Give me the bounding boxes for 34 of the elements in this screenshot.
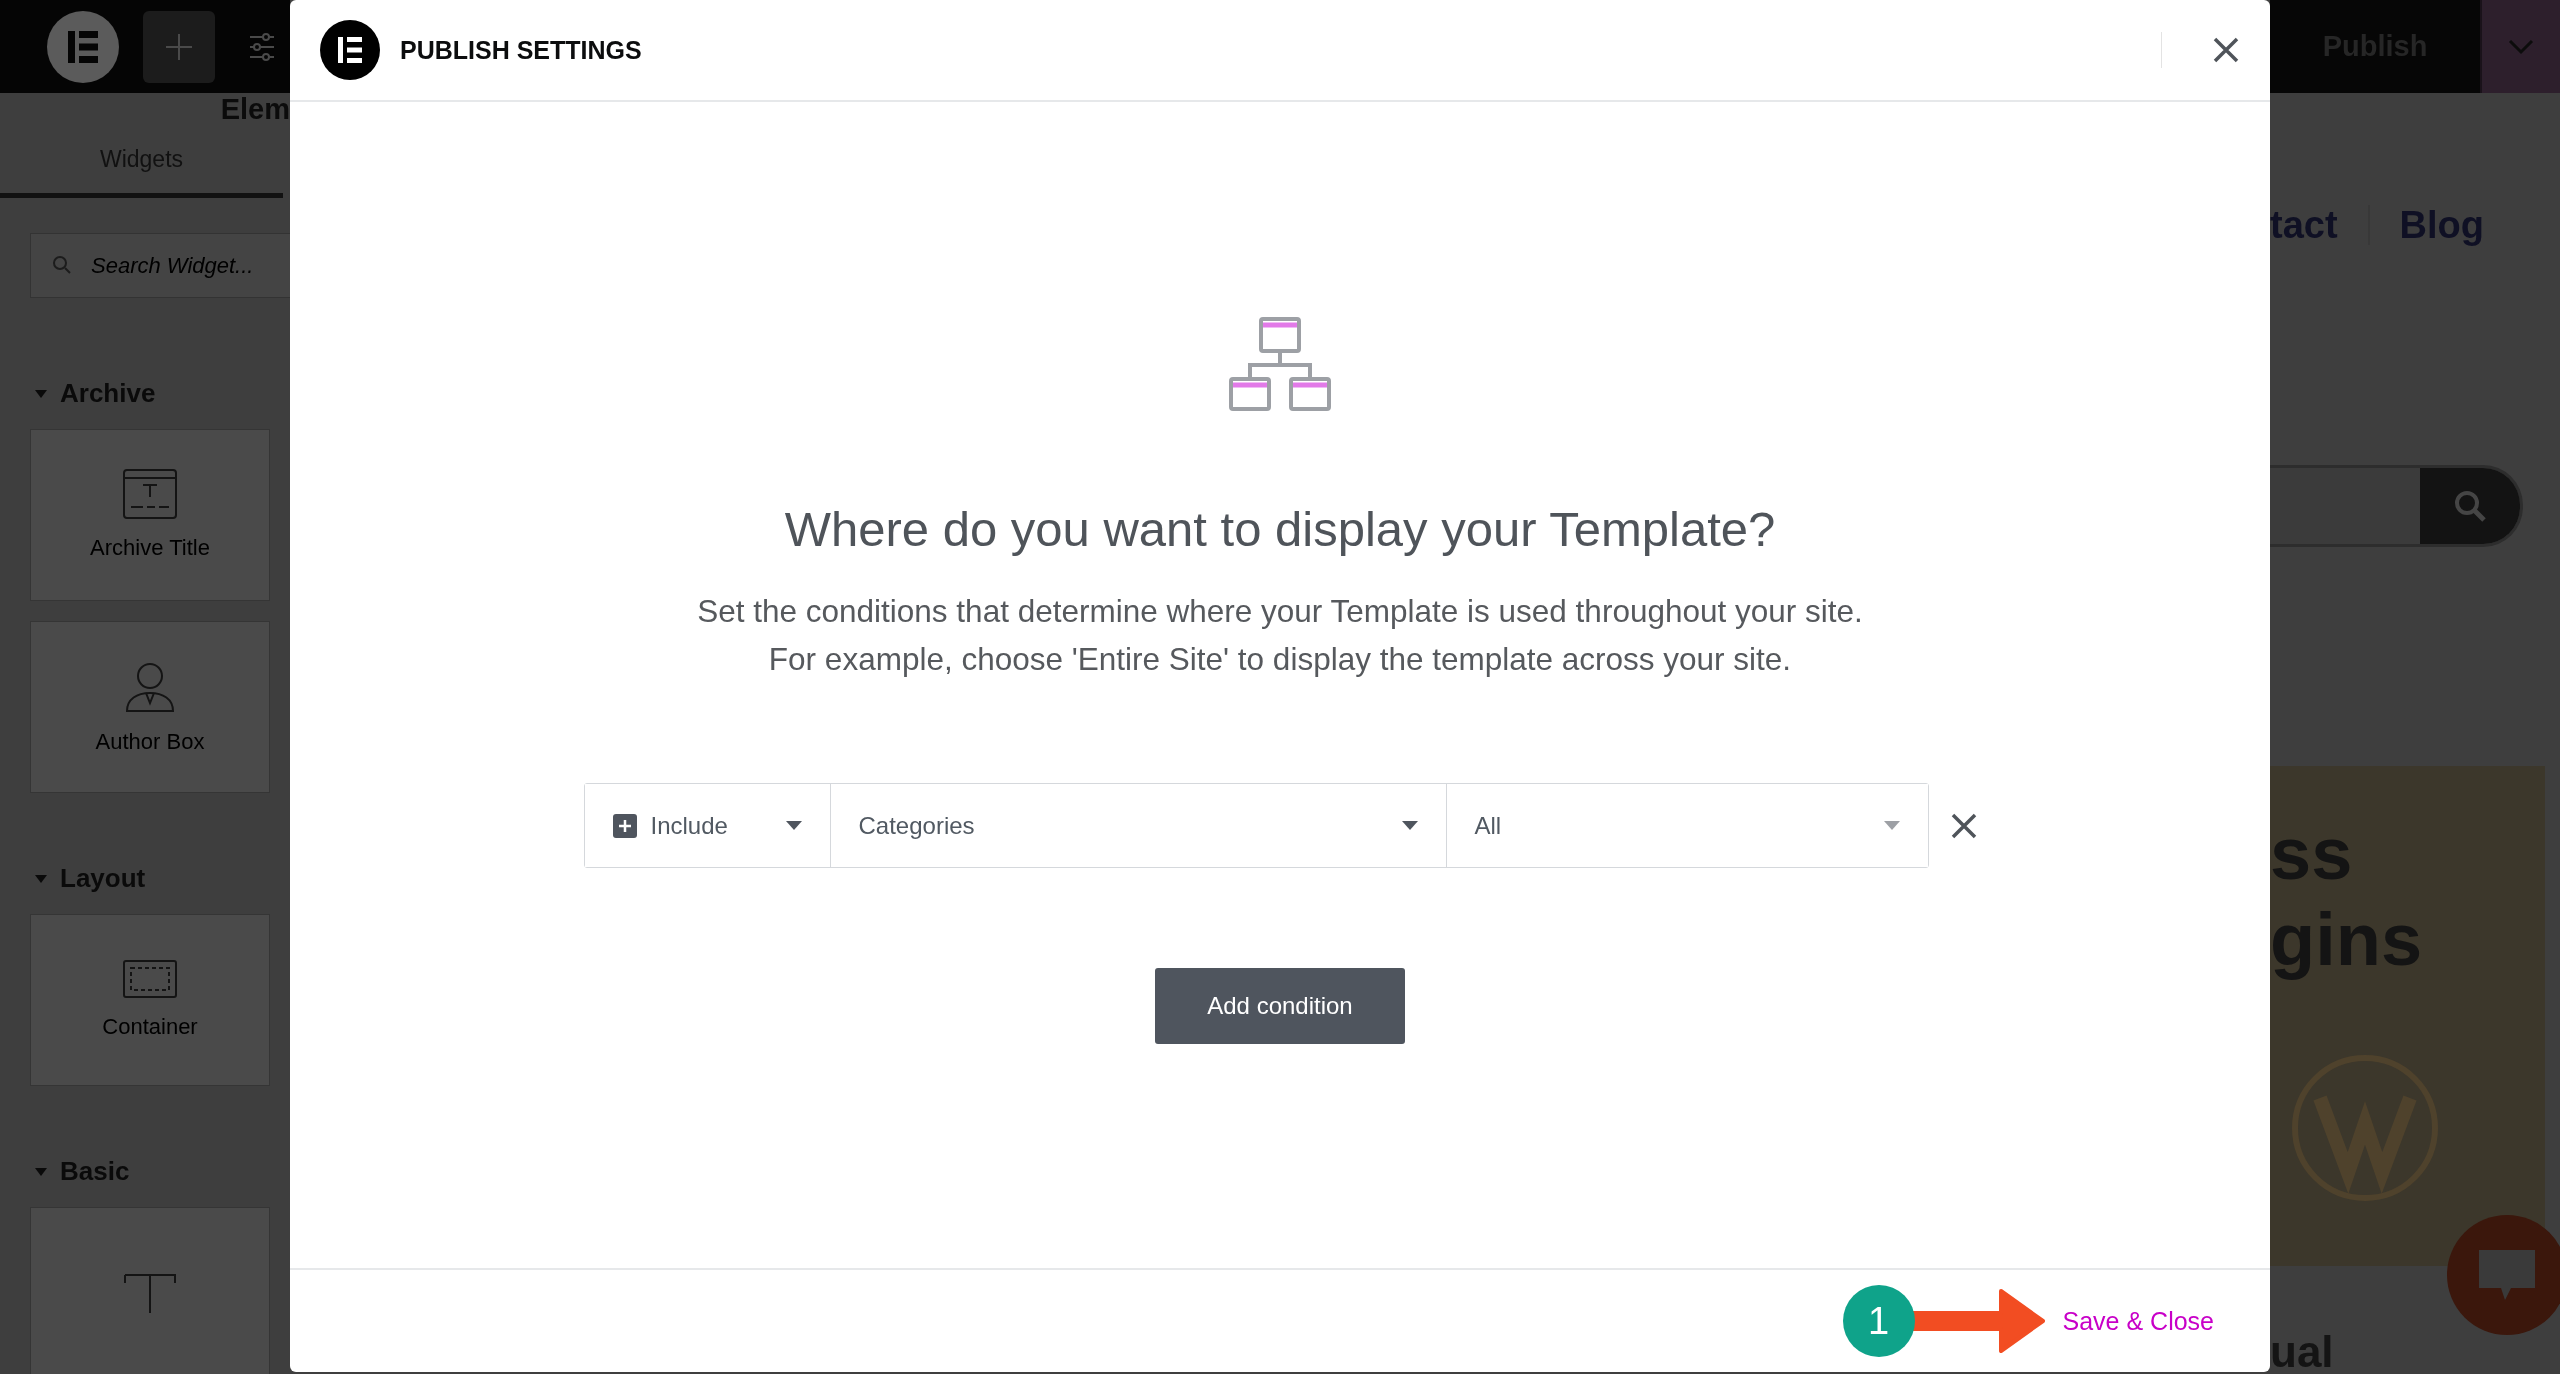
- site-search-bar[interactable]: [2270, 465, 2523, 547]
- caret-icon: [34, 873, 48, 884]
- sitemap-icon: [1229, 317, 1331, 411]
- settings-sliders-icon[interactable]: [249, 31, 275, 62]
- caret-icon: [1883, 821, 1900, 830]
- dialog-heading: Where do you want to display your Template?: [784, 501, 1776, 557]
- text-window-icon: [123, 469, 177, 519]
- dashed-frame-icon: [123, 960, 177, 998]
- plus-icon: [612, 813, 637, 838]
- dialog-description: Set the conditions that determine where your Template is used throughout your site. For example, choose 'Entire Site' to display the template across your site.: [697, 592, 1863, 679]
- search-icon: [52, 255, 72, 275]
- logo-icon: [320, 20, 380, 80]
- caret-icon: [1401, 821, 1418, 830]
- widget-card[interactable]: [30, 1207, 270, 1374]
- sliders-icon: [249, 31, 275, 62]
- remove-condition-icon[interactable]: [1950, 812, 1977, 839]
- chevron-down-icon[interactable]: [2480, 0, 2560, 93]
- widget-card[interactable]: Archive Title: [30, 429, 270, 601]
- dialog-title: PUBLISH SETTINGS: [400, 35, 643, 65]
- add-button[interactable]: [143, 10, 215, 83]
- save-close-button[interactable]: Save & Close: [2058, 1300, 2218, 1342]
- step-marker: 1: [1842, 1285, 1915, 1357]
- caret-icon: [34, 1166, 48, 1177]
- caret-icon: [34, 388, 48, 399]
- caret-icon: [785, 821, 802, 830]
- close-icon[interactable]: [2212, 36, 2240, 64]
- plus-icon: [164, 31, 194, 62]
- add-condition-button[interactable]: Add condition: [1155, 968, 1405, 1044]
- search-field[interactable]: Search Widget...: [30, 233, 290, 298]
- widget-card[interactable]: Container: [30, 914, 270, 1086]
- target-dropdown[interactable]: All: [1445, 784, 1928, 867]
- widget-card[interactable]: Author Box: [30, 621, 270, 793]
- letter-t-icon: [123, 1273, 177, 1313]
- search-icon[interactable]: [2420, 468, 2520, 544]
